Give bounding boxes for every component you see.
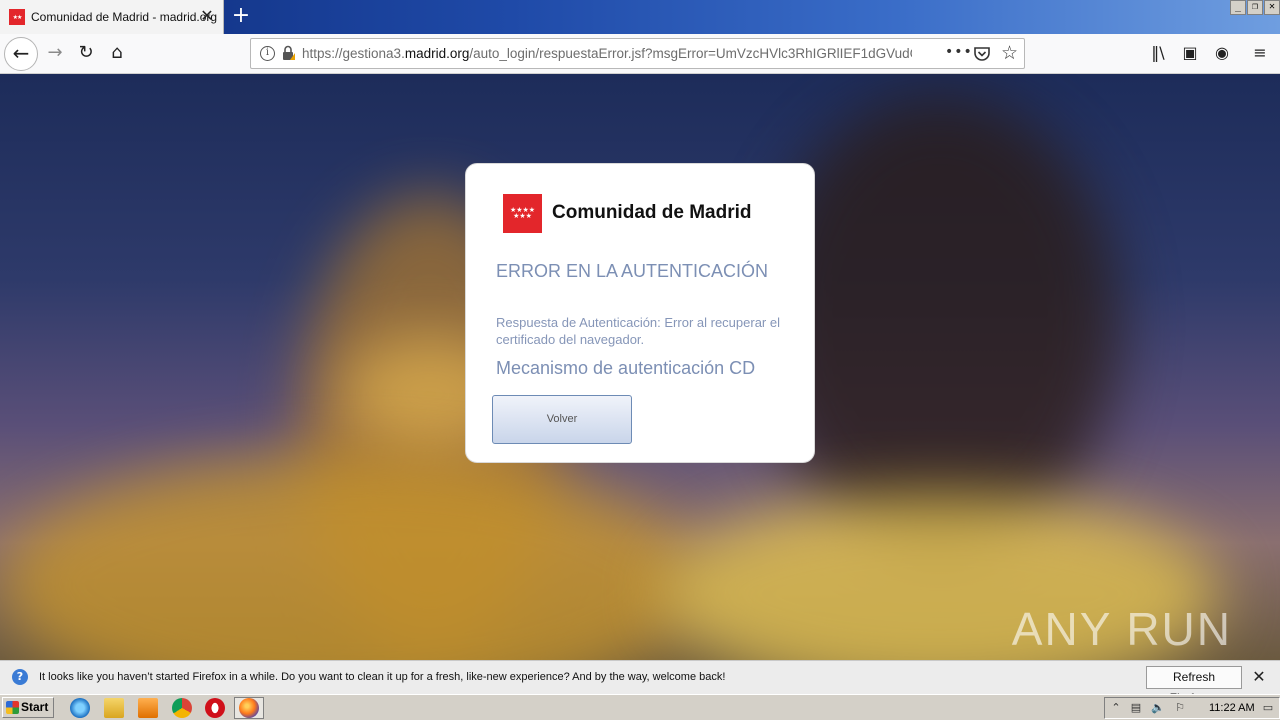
opera-icon[interactable]	[205, 698, 225, 718]
bookmark-star-icon[interactable]: ☆	[1001, 42, 1018, 64]
new-tab-button[interactable]: +	[230, 4, 252, 28]
firefox-icon	[239, 698, 259, 718]
notification-text: It looks like you haven’t started Firefo…	[39, 671, 726, 683]
back-button[interactable]: ←	[4, 37, 38, 71]
taskbar: Start ⌃ ▤ 🔈 ⚐ 11:22 AM ▭	[0, 694, 1280, 720]
home-button[interactable]: ⌂	[106, 42, 128, 64]
site-info-icon[interactable]: i	[260, 46, 275, 61]
forward-button[interactable]: →	[44, 42, 66, 64]
volume-icon[interactable]: 🔈	[1151, 701, 1165, 715]
active-task-firefox[interactable]	[234, 697, 264, 719]
help-icon: ?	[12, 669, 28, 685]
clock: 11:22 AM	[1209, 702, 1255, 714]
file-explorer-icon[interactable]	[104, 698, 124, 718]
menu-icon[interactable]: ≡	[1250, 43, 1270, 63]
madrid-logo-flag: ★★★★ ★★★	[503, 194, 542, 233]
minimize-button[interactable]: _	[1230, 0, 1246, 15]
media-player-icon[interactable]	[138, 698, 158, 718]
internet-explorer-icon[interactable]	[70, 698, 90, 718]
restore-button[interactable]: ❐	[1247, 0, 1263, 15]
madrid-favicon-icon: ★★	[9, 9, 25, 25]
show-desktop-icon[interactable]: ▭	[1261, 701, 1275, 715]
close-window-button[interactable]: ✕	[1264, 0, 1280, 15]
account-icon[interactable]: ◉	[1212, 43, 1232, 63]
network-icon[interactable]: ▤	[1129, 701, 1143, 715]
action-center-flag-icon[interactable]: ⚐	[1173, 701, 1187, 715]
notification-bar: ? It looks like you haven’t started Fire…	[0, 660, 1280, 705]
tab-close-icon[interactable]: ✕	[199, 8, 215, 24]
anyrun-watermark: ANY RUN	[1011, 603, 1232, 655]
library-icon[interactable]: ‖\	[1148, 43, 1168, 63]
start-button[interactable]: Start	[2, 697, 54, 718]
tray-expand-icon[interactable]: ⌃	[1109, 701, 1123, 715]
error-message: Respuesta de Autenticación: Error al rec…	[496, 315, 780, 347]
pocket-icon[interactable]	[973, 45, 991, 63]
chrome-icon[interactable]	[172, 698, 192, 718]
refresh-firefox-button[interactable]: Refresh Firefox…	[1146, 666, 1242, 705]
reload-button[interactable]: ↻	[75, 42, 97, 64]
authentication-mechanism: Mecanismo de autenticación CD	[496, 358, 756, 378]
window-controls: _ ❐ ✕	[1229, 0, 1280, 16]
notification-close-icon[interactable]: ✕	[1250, 668, 1268, 686]
insecure-lock-icon[interactable]	[281, 45, 295, 61]
system-tray: ⌃ ▤ 🔈 ⚐ 11:22 AM ▭	[1104, 697, 1280, 719]
windows-logo-icon	[6, 701, 19, 714]
logo-text: Comunidad de Madrid	[552, 202, 752, 223]
background-building	[0, 454, 700, 660]
sidebar-icon[interactable]: ▣	[1180, 43, 1200, 63]
navigation-bar: ← → ↻ ⌂ i https://gestiona3.madrid.org/a…	[0, 34, 1280, 74]
browser-tab[interactable]: ★★ Comunidad de Madrid - madrid.org ✕	[0, 0, 224, 34]
tab-title: Comunidad de Madrid - madrid.org	[31, 10, 218, 24]
error-title: ERROR EN LA AUTENTICACIÓN	[496, 261, 769, 281]
error-dialog: ★★★★ ★★★ Comunidad de Madrid ERROR EN LA …	[465, 163, 815, 463]
stars-icon: ★★★★ ★★★	[509, 206, 536, 220]
url-text[interactable]: https://gestiona3.madrid.org/auto_login/…	[302, 46, 912, 61]
back-volver-button[interactable]: Volver	[492, 395, 632, 444]
url-bar[interactable]: i https://gestiona3.madrid.org/auto_logi…	[250, 38, 1025, 69]
page-content: ★★★★ ★★★ Comunidad de Madrid ERROR EN LA …	[0, 74, 1280, 660]
title-bar: ★★ Comunidad de Madrid - madrid.org ✕ + …	[0, 0, 1280, 34]
page-actions-icon[interactable]: •••	[945, 44, 973, 60]
